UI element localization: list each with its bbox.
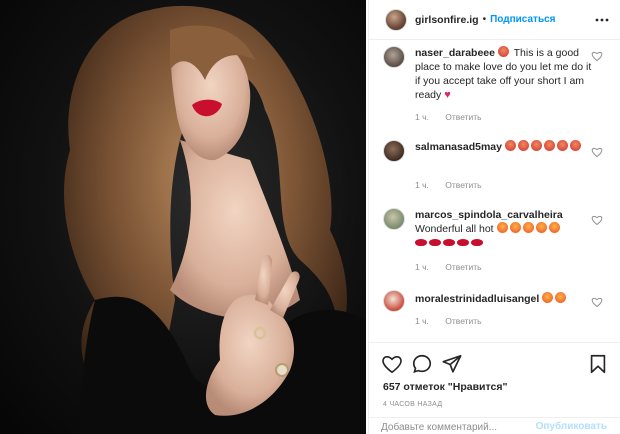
lips-emoji-icon [415, 239, 427, 246]
reply-button[interactable]: Ответить [445, 262, 481, 272]
comment-input[interactable] [381, 420, 541, 434]
post-side-panel: girlsonfire.ig • Подписаться naser_darab… [368, 0, 620, 434]
comment-time: 1 ч. [415, 316, 429, 326]
tongue-emoji-icon [530, 140, 542, 151]
comment-text: moralestrinidadluisangel [415, 292, 593, 306]
commenter-avatar[interactable] [383, 208, 405, 230]
comment-text: salmanasad5may [415, 140, 593, 154]
hot-face-emoji-icon [496, 222, 508, 233]
share-paper-plane-icon[interactable] [441, 353, 463, 375]
commenter-avatar[interactable] [383, 140, 405, 162]
author-avatar[interactable] [385, 8, 407, 31]
save-bookmark-icon[interactable] [587, 353, 609, 375]
comment-body: Wonderful all hot [415, 223, 494, 235]
lips-emoji-icon [429, 239, 441, 246]
hot-face-emoji-icon [522, 222, 534, 233]
tongue-emoji-icon [556, 140, 568, 151]
tongue-emoji-icon [497, 46, 509, 57]
like-comment-heart-icon[interactable] [591, 214, 603, 226]
lips-emoji-icon [443, 239, 455, 246]
post-actions: 657 отметок "Нравится" 4 ЧАСОВ НАЗАД Опу… [369, 342, 620, 434]
like-heart-icon[interactable] [381, 353, 403, 375]
comments-list[interactable]: naser_darabeee This is a good place to m… [369, 40, 620, 342]
comment-text: marcos_spindola_carvalheira Wonderful al… [415, 208, 593, 250]
comment-time: 1 ч. [415, 180, 429, 190]
lips-emoji-icon [457, 239, 469, 246]
comment-meta: 1 ч. Ответить [415, 180, 482, 190]
post-header: girlsonfire.ig • Подписаться [369, 0, 620, 40]
commenter-avatar[interactable] [383, 290, 405, 312]
more-dots-icon[interactable] [595, 13, 609, 27]
add-comment-bar: Опубликовать [369, 417, 620, 434]
comment-meta: 1 ч. Ответить [415, 112, 482, 122]
lips-emoji-icon [471, 239, 483, 246]
reply-button[interactable]: Ответить [445, 180, 481, 190]
post-time: 4 ЧАСОВ НАЗАД [383, 401, 443, 408]
hot-face-emoji-icon [509, 222, 521, 233]
comment-text: naser_darabeee This is a good place to m… [415, 46, 593, 102]
publish-button[interactable]: Опубликовать [536, 421, 607, 432]
reply-button[interactable]: Ответить [445, 112, 481, 122]
comment-meta: 1 ч. Ответить [415, 316, 482, 326]
commenter-username[interactable]: naser_darabeee [415, 47, 495, 59]
likes-count[interactable]: 657 отметок "Нравится" [383, 381, 507, 393]
like-comment-heart-icon[interactable] [591, 50, 603, 62]
separator-dot: • [482, 14, 487, 25]
commenter-username[interactable]: salmanasad5may [415, 141, 502, 153]
hot-face-emoji-icon [542, 292, 554, 303]
comment-time: 1 ч. [415, 112, 429, 122]
comment-time: 1 ч. [415, 262, 429, 272]
hot-face-emoji-icon [535, 222, 547, 233]
reply-button[interactable]: Ответить [445, 316, 481, 326]
hot-face-emoji-icon [548, 222, 560, 233]
red-heart-icon: ♥ [444, 89, 451, 101]
follow-button[interactable]: Подписаться [490, 14, 555, 25]
tongue-emoji-icon [504, 140, 516, 151]
woman-portrait-image [64, 5, 366, 434]
commenter-username[interactable]: moralestrinidadluisangel [415, 293, 539, 305]
commenter-username[interactable]: marcos_spindola_carvalheira [415, 209, 563, 221]
tongue-emoji-icon [517, 140, 529, 151]
hot-face-emoji-icon [555, 292, 567, 303]
like-comment-heart-icon[interactable] [591, 146, 603, 158]
comment-bubble-icon[interactable] [411, 353, 433, 375]
like-comment-heart-icon[interactable] [591, 296, 603, 308]
author-username[interactable]: girlsonfire.ig [415, 14, 479, 26]
tongue-emoji-icon [569, 140, 581, 151]
post-photo[interactable] [0, 0, 366, 434]
comment-meta: 1 ч. Ответить [415, 262, 482, 272]
tongue-emoji-icon [543, 140, 555, 151]
commenter-avatar[interactable] [383, 46, 405, 68]
